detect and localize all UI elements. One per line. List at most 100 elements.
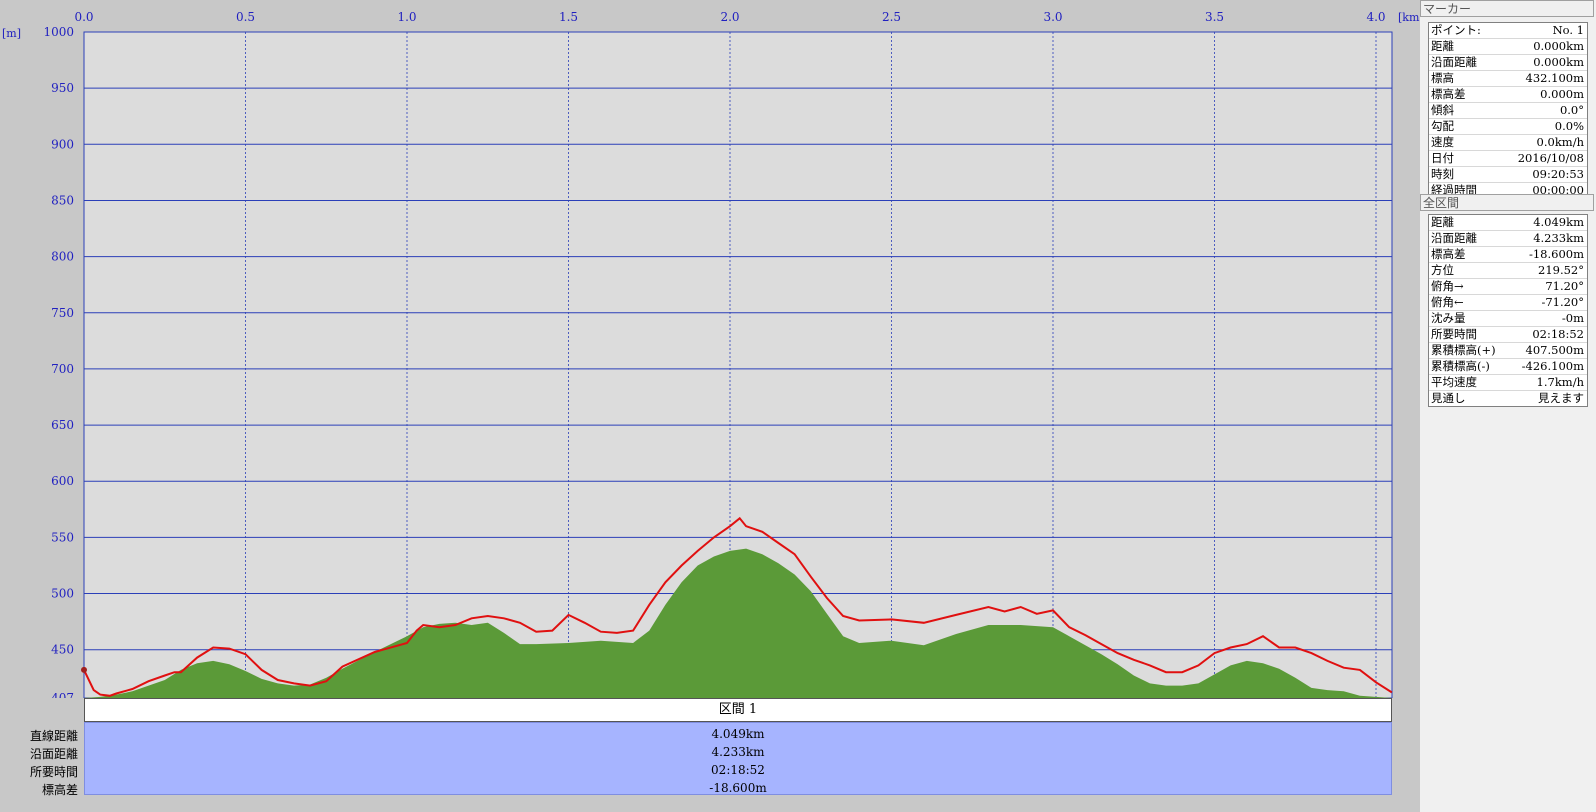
x-tick-label: 1.0 [397,10,416,24]
marker-info-table: ポイント: No. 1 距離 0.000km 沿面距離 0.000km 標高 432.100m… [1428,22,1588,199]
info-label: 累積標高(+) [1431,343,1496,357]
y-tick-label: 550 [51,530,74,544]
info-value: 4.049km [1533,215,1584,229]
y-unit-label: [m] [2,27,21,40]
x-axis-ticks: 0.0 0.5 1.0 1.5 2.0 2.5 3.0 3.5 4.0 [74,10,1385,24]
y-tick-label: 407 [51,691,74,698]
info-value: 219.52° [1538,263,1584,277]
info-value: 見えます [1538,391,1584,405]
y-tick-label: 650 [51,418,74,432]
y-tick-label: 450 [51,643,74,657]
info-label: 平均速度 [1431,375,1477,389]
marker-panel-title: マーカー [1420,0,1594,17]
x-tick-label: 0.5 [236,10,255,24]
x-tick-label: 0.0 [74,10,93,24]
info-value: -0m [1561,311,1584,325]
info-row: 標高差 -18.600m [1429,247,1587,263]
info-row: 日付 2016/10/08 [1429,151,1587,167]
info-label: 日付 [1431,151,1454,165]
y-tick-label: 900 [51,137,74,151]
info-row: 速度 0.0km/h [1429,135,1587,151]
info-label: 沿面距離 [1431,231,1477,245]
info-label: 標高差 [1431,87,1466,101]
info-value: 0.000km [1533,39,1584,53]
info-value: 4.233km [1533,231,1584,245]
info-row: 俯角← -71.20° [1429,295,1587,311]
info-value: 09:20:53 [1532,167,1584,181]
info-label: 時刻 [1431,167,1454,181]
info-label: 標高 [1431,71,1454,85]
total-info-table: 距離 4.049km 沿面距離 4.233km 標高差 -18.600m 方位 219.52°… [1428,214,1588,407]
info-row: 方位 219.52° [1429,263,1587,279]
info-value: -426.100m [1521,359,1584,373]
info-value: 2016/10/08 [1517,151,1584,165]
section-value-time: 02:18:52 [711,763,765,777]
info-row: ポイント: No. 1 [1429,23,1587,39]
info-row: 平均速度 1.7km/h [1429,375,1587,391]
info-label: 累積標高(-) [1431,359,1490,373]
info-row: 距離 4.049km [1429,215,1587,231]
elevation-profile-chart: 0.0 0.5 1.0 1.5 2.0 2.5 3.0 3.5 4.0 1000 950 900 85… [2,10,1420,698]
info-row: 時刻 09:20:53 [1429,167,1587,183]
info-row: 見通し 見えます [1429,391,1587,406]
info-value: 0.0° [1559,103,1584,117]
y-tick-label: 750 [51,306,74,320]
info-label: 俯角← [1431,295,1464,309]
info-row: 沈み量 -0m [1429,311,1587,327]
section-value-straight: 4.049km [711,727,765,741]
section-label-surface: 沿面距離 [29,747,78,761]
info-row: 傾斜 0.0° [1429,103,1587,119]
info-value: 02:18:52 [1532,327,1584,341]
section-values: 4.049km 4.233km 02:18:52 -18.600m [84,722,1392,795]
info-label: 距離 [1431,215,1454,229]
total-panel-title: 全区間 [1420,194,1594,211]
info-label: 傾斜 [1431,103,1454,117]
start-marker-icon[interactable] [81,666,87,673]
info-sidebar: マーカー ポイント: No. 1 距離 0.000km 沿面距離 0.000km 標高 432… [1420,0,1596,812]
info-value: 407.500m [1525,343,1584,357]
info-value: -18.600m [1528,247,1584,261]
y-tick-label: 500 [51,587,74,601]
info-value: 0.0km/h [1536,135,1584,149]
section-summary-panel: 区間 1 4.049km 4.233km 02:18:52 -18.600m [84,698,1392,795]
info-label: 勾配 [1431,119,1454,133]
info-value: 0.000m [1540,87,1584,101]
info-label: 方位 [1431,263,1454,277]
x-tick-label: 1.5 [559,10,578,24]
section-label-elevdiff: 標高差 [41,783,78,797]
info-label: 距離 [1431,39,1454,53]
x-tick-label: 3.5 [1205,10,1224,24]
info-row: 標高 432.100m [1429,71,1587,87]
info-row: 距離 0.000km [1429,39,1587,55]
info-row: 沿面距離 0.000km [1429,55,1587,71]
section-label-straight: 直線距離 [29,729,78,743]
x-unit-label: [km] [1398,11,1420,24]
section-header[interactable]: 区間 1 [84,698,1392,722]
info-row: 累積標高(+) 407.500m [1429,343,1587,359]
y-tick-label: 850 [51,193,74,207]
y-tick-label: 800 [51,250,74,264]
info-row: 累積標高(-) -426.100m [1429,359,1587,375]
x-tick-label: 2.5 [882,10,901,24]
info-value: 0.0% [1554,119,1584,133]
info-label: 沈み量 [1431,311,1466,325]
info-row: 所要時間 02:18:52 [1429,327,1587,343]
info-row: 標高差 0.000m [1429,87,1587,103]
y-tick-label: 700 [51,362,74,376]
info-value: -71.20° [1541,295,1584,309]
y-tick-label: 950 [51,81,74,95]
info-value: No. 1 [1552,23,1584,37]
info-value: 432.100m [1525,71,1584,85]
info-row: 俯角→ 71.20° [1429,279,1587,295]
info-label: 沿面距離 [1431,55,1477,69]
section-value-surface: 4.233km [711,745,765,759]
info-label: 俯角→ [1431,279,1464,293]
y-tick-label: 600 [51,474,74,488]
x-tick-label: 3.0 [1043,10,1062,24]
info-label: 見通し [1431,391,1466,405]
info-label: 所要時間 [1431,327,1477,341]
info-label: 標高差 [1431,247,1466,261]
info-label: ポイント: [1431,23,1481,37]
x-tick-label: 2.0 [720,10,739,24]
section-label-time: 所要時間 [29,765,78,779]
